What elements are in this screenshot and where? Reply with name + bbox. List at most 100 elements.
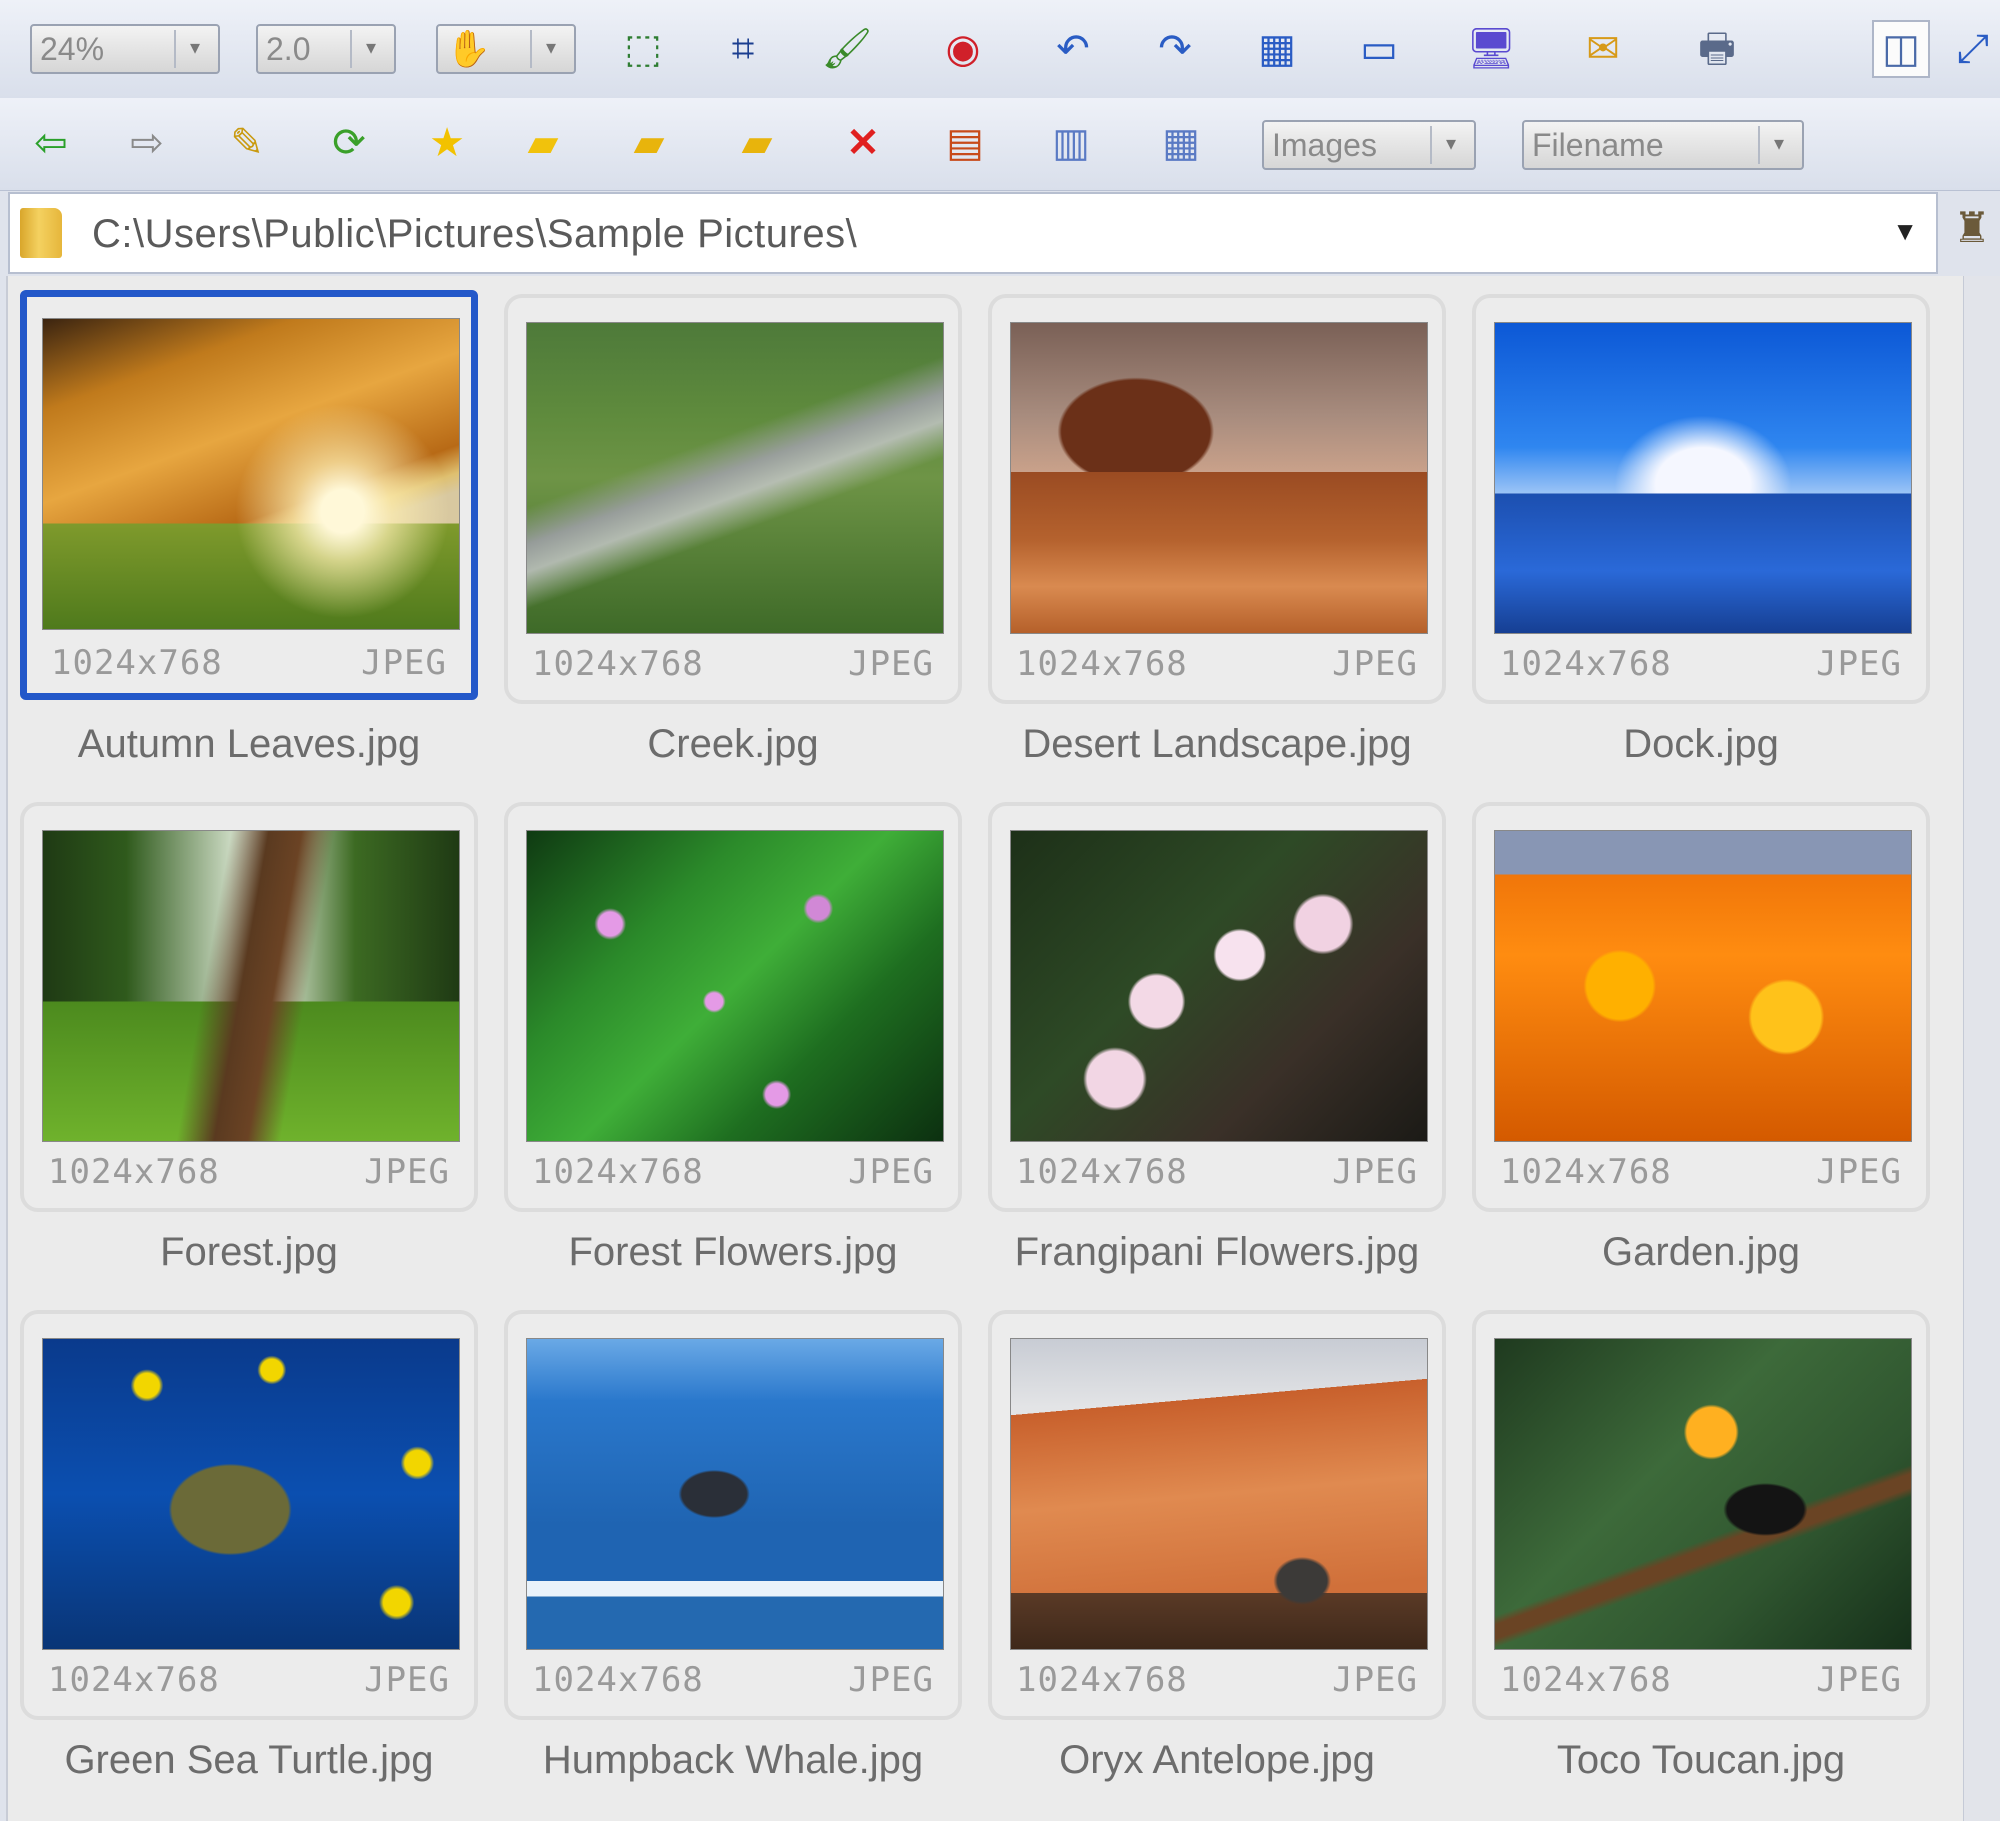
thumbnail-card[interactable]: 1024x768 JPEG bbox=[988, 294, 1446, 704]
move-folder-icon[interactable]: ▰ bbox=[620, 114, 678, 172]
image-format: JPEG bbox=[361, 643, 447, 683]
gamma-value: 2.0 bbox=[266, 31, 311, 67]
wallpaper-icon[interactable]: 🖥 bbox=[1462, 20, 1520, 78]
image-format: JPEG bbox=[364, 1152, 450, 1192]
thumbnail-card[interactable]: 1024x768 JPEG bbox=[504, 1310, 962, 1720]
thumbnail-image[interactable] bbox=[42, 830, 460, 1142]
thumbnail-filename[interactable]: Desert Landscape.jpg bbox=[988, 722, 1446, 767]
chevron-down-icon[interactable]: ▾ bbox=[1430, 126, 1470, 164]
image-dimensions: 1024x768 bbox=[532, 644, 704, 684]
image-viewer-window: 24% ▾ 2.0 ▾ ✋ ▾ ⬚ ⌗ 🖌 ◉ ↶ ↷ ▦ ▭ 🖥 ✉ 🖶 ◫ … bbox=[0, 0, 2000, 1821]
thumbnail-image[interactable] bbox=[1494, 1338, 1912, 1650]
image-format: JPEG bbox=[1816, 644, 1902, 684]
refresh-icon[interactable]: ⟳ bbox=[320, 114, 378, 172]
rotate-left-icon[interactable]: ↶ bbox=[1044, 20, 1102, 78]
print-icon[interactable]: 🖶 bbox=[1688, 20, 1746, 78]
thumbnail-filename[interactable]: Dock.jpg bbox=[1472, 722, 1930, 767]
thumbnail-grid: 1024x768 JPEG Autumn Leaves.jpg 1024x768… bbox=[6, 276, 2000, 1821]
image-dimensions: 1024x768 bbox=[1016, 1660, 1188, 1700]
image-format: JPEG bbox=[1332, 1660, 1418, 1700]
thumbnail-image[interactable] bbox=[1010, 322, 1428, 634]
crop-icon[interactable]: ⌗ bbox=[714, 20, 772, 78]
thumbnail-filename[interactable]: Creek.jpg bbox=[504, 722, 962, 767]
thumbnail-filename[interactable]: Forest.jpg bbox=[20, 1230, 478, 1275]
thumbnail-card[interactable]: 1024x768 JPEG bbox=[1472, 294, 1930, 704]
sort-value: Filename bbox=[1532, 127, 1664, 163]
tool-combo[interactable]: ✋ ▾ bbox=[436, 24, 576, 74]
favorites-icon[interactable]: ♜ bbox=[1950, 196, 1994, 260]
thumbnail-image[interactable] bbox=[1010, 1338, 1428, 1650]
details-view-icon[interactable]: ▦ bbox=[1152, 114, 1210, 172]
thumbnail-filename[interactable]: Humpback Whale.jpg bbox=[504, 1738, 962, 1783]
paint-icon[interactable]: 🖌 bbox=[818, 20, 876, 78]
columns-view-icon[interactable]: ▥ bbox=[1042, 114, 1100, 172]
thumbnail-card[interactable]: 1024x768 JPEG bbox=[504, 294, 962, 704]
thumbnail-filename[interactable]: Forest Flowers.jpg bbox=[504, 1230, 962, 1275]
image-format: JPEG bbox=[364, 1660, 450, 1700]
red-eye-icon[interactable]: ◉ bbox=[934, 20, 992, 78]
thumbnail-card[interactable]: 1024x768 JPEG bbox=[20, 1310, 478, 1720]
layout-icon[interactable]: ◫ bbox=[1872, 20, 1930, 78]
vertical-scrollbar[interactable] bbox=[1963, 276, 2000, 1821]
image-format: JPEG bbox=[1816, 1660, 1902, 1700]
delete-icon[interactable]: ✕ bbox=[834, 114, 892, 172]
browser-toolbar: ⇦ ⇨ ✎ ⟳ ★ ▰ ▰ ▰ ✕ ▤ ▥ ▦ Images ▾ Filenam… bbox=[0, 98, 2000, 191]
image-format: JPEG bbox=[1332, 1152, 1418, 1192]
back-icon[interactable]: ⇦ bbox=[22, 114, 80, 172]
image-dimensions: 1024x768 bbox=[1016, 1152, 1188, 1192]
filter-value: Images bbox=[1272, 127, 1377, 163]
expand-icon[interactable]: ⤢ bbox=[1944, 20, 2000, 78]
thumbnail-card[interactable]: 1024x768 JPEG bbox=[1472, 802, 1930, 1212]
image-dimensions: 1024x768 bbox=[532, 1152, 704, 1192]
thumbnail-filename[interactable]: Garden.jpg bbox=[1472, 1230, 1930, 1275]
thumbnail-card[interactable]: 1024x768 JPEG bbox=[504, 802, 962, 1212]
thumbnail-image[interactable] bbox=[526, 322, 944, 634]
new-folder-icon[interactable]: ▰ bbox=[514, 114, 572, 172]
address-bar[interactable]: C:\Users\Public\Pictures\Sample Pictures… bbox=[8, 192, 1938, 274]
copy-folder-icon[interactable]: ▰ bbox=[728, 114, 786, 172]
thumbnail-card[interactable]: 1024x768 JPEG bbox=[1472, 1310, 1930, 1720]
chevron-down-icon[interactable]: ▾ bbox=[530, 30, 570, 68]
chevron-down-icon[interactable]: ▾ bbox=[350, 30, 390, 68]
select-icon[interactable]: ⬚ bbox=[614, 20, 672, 78]
thumbnail-filename[interactable]: Frangipani Flowers.jpg bbox=[988, 1230, 1446, 1275]
thumbnail-card[interactable]: 1024x768 JPEG bbox=[20, 802, 478, 1212]
fit-window-icon[interactable]: ▦ bbox=[1248, 20, 1306, 78]
edit-icon[interactable]: ✎ bbox=[218, 114, 276, 172]
thumbnail-image[interactable] bbox=[42, 318, 460, 630]
sort-select[interactable]: Filename ▾ bbox=[1522, 120, 1804, 170]
filter-select[interactable]: Images ▾ bbox=[1262, 120, 1476, 170]
thumbnail-image[interactable] bbox=[1494, 830, 1912, 1142]
email-icon[interactable]: ✉ bbox=[1574, 20, 1632, 78]
chevron-down-icon[interactable]: ▾ bbox=[174, 30, 214, 68]
thumbnails-view-icon[interactable]: ▤ bbox=[936, 114, 994, 172]
thumbnail-image[interactable] bbox=[526, 1338, 944, 1650]
thumbnail-image[interactable] bbox=[1494, 322, 1912, 634]
forward-icon[interactable]: ⇨ bbox=[118, 114, 176, 172]
image-dimensions: 1024x768 bbox=[1016, 644, 1188, 684]
thumbnail-filename[interactable]: Toco Toucan.jpg bbox=[1472, 1738, 1930, 1783]
image-dimensions: 1024x768 bbox=[51, 643, 223, 683]
zoom-combo[interactable]: 24% ▾ bbox=[30, 24, 220, 74]
chevron-down-icon[interactable]: ▼ bbox=[1892, 216, 1918, 247]
thumbnail-image[interactable] bbox=[42, 1338, 460, 1650]
thumbnail-filename[interactable]: Green Sea Turtle.jpg bbox=[20, 1738, 478, 1783]
address-path: C:\Users\Public\Pictures\Sample Pictures… bbox=[92, 212, 858, 256]
thumbnail-filename[interactable]: Autumn Leaves.jpg bbox=[20, 722, 478, 767]
folder-icon bbox=[20, 208, 62, 258]
favorite-star-icon[interactable]: ★ bbox=[418, 114, 476, 172]
hand-tool-icon: ✋ bbox=[446, 28, 491, 69]
image-format: JPEG bbox=[848, 644, 934, 684]
fullscreen-icon[interactable]: ▭ bbox=[1350, 20, 1408, 78]
thumbnail-filename[interactable]: Oryx Antelope.jpg bbox=[988, 1738, 1446, 1783]
thumbnail-image[interactable] bbox=[526, 830, 944, 1142]
thumbnail-card[interactable]: 1024x768 JPEG bbox=[988, 802, 1446, 1212]
thumbnail-image[interactable] bbox=[1010, 830, 1428, 1142]
rotate-right-icon[interactable]: ↷ bbox=[1146, 20, 1204, 78]
thumbnail-card[interactable]: 1024x768 JPEG bbox=[20, 290, 478, 700]
image-dimensions: 1024x768 bbox=[1500, 1660, 1672, 1700]
chevron-down-icon[interactable]: ▾ bbox=[1758, 126, 1798, 164]
thumbnail-card[interactable]: 1024x768 JPEG bbox=[988, 1310, 1446, 1720]
gamma-combo[interactable]: 2.0 ▾ bbox=[256, 24, 396, 74]
image-format: JPEG bbox=[1332, 644, 1418, 684]
